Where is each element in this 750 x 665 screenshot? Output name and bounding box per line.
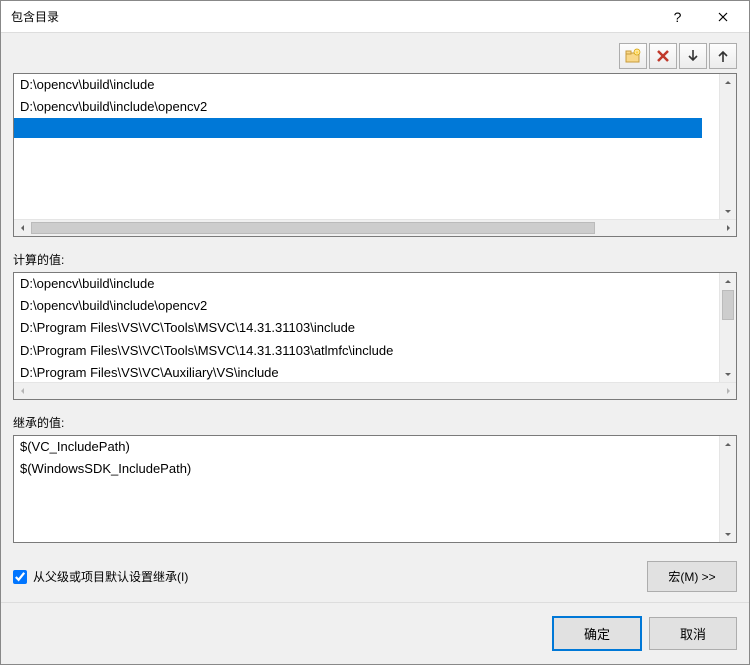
scroll-up-button[interactable] <box>720 436 736 453</box>
delete-button[interactable] <box>649 43 677 69</box>
dialog-title: 包含目录 <box>11 8 655 25</box>
scroll-track[interactable] <box>31 220 719 236</box>
help-button[interactable]: ? <box>655 3 700 31</box>
scroll-left-button[interactable] <box>14 220 31 236</box>
include-directories-dialog: 包含目录 ? <box>0 0 750 665</box>
scroll-right-button <box>719 383 736 399</box>
delete-icon <box>655 48 671 64</box>
move-up-button[interactable] <box>709 43 737 69</box>
dialog-body: D:\opencv\build\include D:\opencv\build\… <box>1 33 749 602</box>
cancel-button[interactable]: 取消 <box>649 617 737 650</box>
list-item: D:\Program Files\VS\VC\Auxiliary\VS\incl… <box>14 362 719 382</box>
computed-values-label: 计算的值: <box>13 251 737 268</box>
vertical-scrollbar[interactable] <box>719 273 736 382</box>
scroll-down-button[interactable] <box>720 202 736 219</box>
new-line-button[interactable] <box>619 43 647 69</box>
scroll-track[interactable] <box>720 91 736 202</box>
scroll-thumb[interactable] <box>722 290 734 320</box>
list-item: $(WindowsSDK_IncludePath) <box>14 458 719 480</box>
horizontal-scrollbar <box>14 382 736 399</box>
list-item: D:\opencv\build\include <box>14 273 719 295</box>
list-item: D:\opencv\build\include\opencv2 <box>14 295 719 317</box>
scroll-down-button[interactable] <box>720 525 736 542</box>
list-item-selected[interactable] <box>14 118 702 138</box>
arrow-down-icon <box>685 48 701 64</box>
scroll-track <box>31 383 719 399</box>
scroll-right-button[interactable] <box>719 220 736 236</box>
move-down-button[interactable] <box>679 43 707 69</box>
close-icon <box>718 12 728 22</box>
list-item: D:\Program Files\VS\VC\Tools\MSVC\14.31.… <box>14 317 719 339</box>
scroll-thumb[interactable] <box>31 222 595 234</box>
list-item: D:\Program Files\VS\VC\Tools\MSVC\14.31.… <box>14 340 719 362</box>
list-item[interactable]: D:\opencv\build\include\opencv2 <box>14 96 719 118</box>
list-item: $(VC_IncludePath) <box>14 436 719 458</box>
vertical-scrollbar[interactable] <box>719 74 736 219</box>
user-paths-content: D:\opencv\build\include D:\opencv\build\… <box>14 74 719 219</box>
scroll-up-button[interactable] <box>720 273 736 290</box>
titlebar: 包含目录 ? <box>1 1 749 33</box>
scroll-left-button <box>14 383 31 399</box>
inherit-checkbox[interactable] <box>13 570 27 584</box>
scroll-down-button[interactable] <box>720 365 736 382</box>
scroll-track[interactable] <box>720 290 736 365</box>
macros-button[interactable]: 宏(M) >> <box>647 561 737 592</box>
arrow-up-icon <box>715 48 731 64</box>
list-item[interactable]: D:\opencv\build\include <box>14 74 719 96</box>
scroll-track[interactable] <box>720 453 736 525</box>
computed-values-content: D:\opencv\build\include D:\opencv\build\… <box>14 273 719 382</box>
inherited-values-label: 继承的值: <box>13 414 737 431</box>
close-button[interactable] <box>700 3 745 31</box>
new-folder-icon <box>625 48 641 64</box>
inherited-values-listbox: $(VC_IncludePath) $(WindowsSDK_IncludePa… <box>13 435 737 543</box>
dialog-footer: 确定 取消 <box>1 602 749 664</box>
ok-button[interactable]: 确定 <box>553 617 641 650</box>
inherited-values-content: $(VC_IncludePath) $(WindowsSDK_IncludePa… <box>14 436 719 542</box>
scroll-up-button[interactable] <box>720 74 736 91</box>
computed-values-listbox: D:\opencv\build\include D:\opencv\build\… <box>13 272 737 400</box>
horizontal-scrollbar[interactable] <box>14 219 736 236</box>
vertical-scrollbar[interactable] <box>719 436 736 542</box>
user-paths-listbox[interactable]: D:\opencv\build\include D:\opencv\build\… <box>13 73 737 237</box>
inherit-checkbox-label[interactable]: 从父级或项目默认设置继承(I) <box>33 568 188 585</box>
inherit-checkbox-row: 从父级或项目默认设置继承(I) 宏(M) >> <box>13 561 737 592</box>
path-toolbar <box>13 43 737 69</box>
